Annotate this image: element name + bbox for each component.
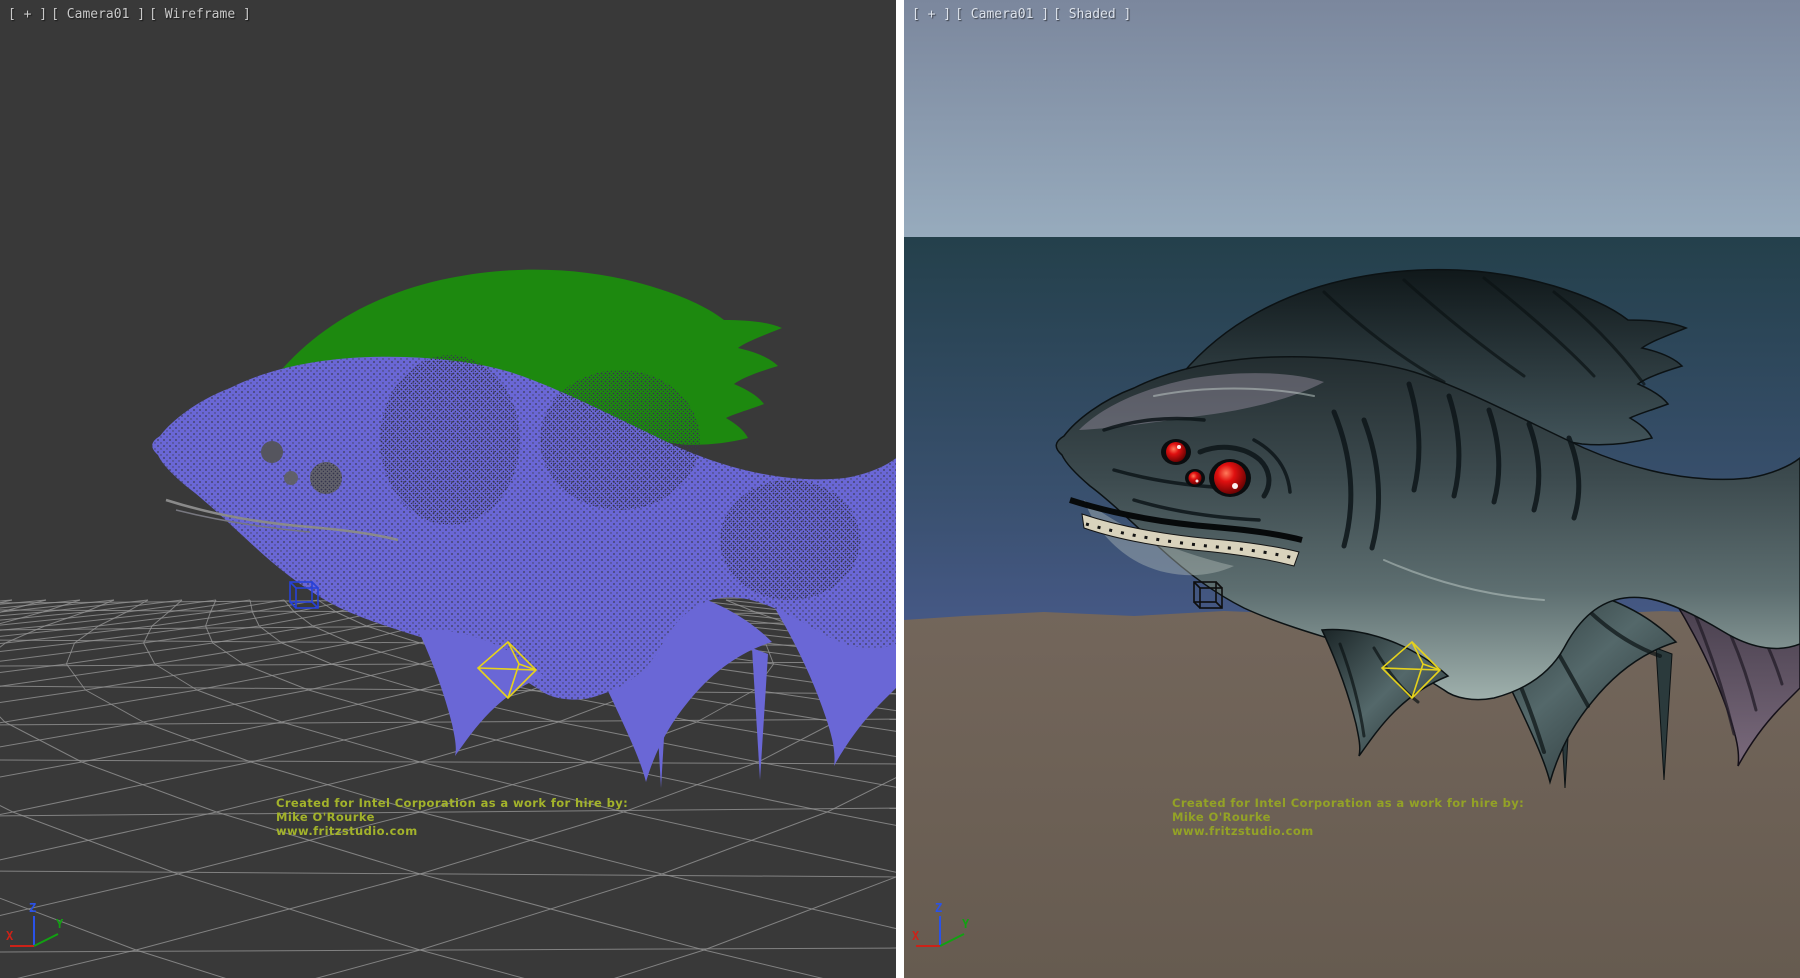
axis-z-label: Z — [935, 901, 942, 915]
eye-highlight — [1196, 480, 1199, 483]
fish-body-stipple-dense — [380, 355, 520, 525]
fish-eye-large-stipple — [310, 462, 342, 494]
viewport-menu-shading[interactable]: [ Shaded ] — [1053, 7, 1131, 22]
fish-eye-upper — [261, 441, 283, 463]
viewport-label-right: [ + ] [ Camera01 ] [ Shaded ] — [912, 7, 1135, 22]
viewport-menu-general[interactable]: [ + ] — [8, 7, 47, 22]
fish-body-stipple-dense — [540, 370, 700, 510]
viewport-menu-shading[interactable]: [ Wireframe ] — [149, 7, 251, 22]
viewport-shaded[interactable]: [ + ] [ Camera01 ] [ Shaded ] — [904, 0, 1800, 978]
scene-credit-text: Created for Intel Corporation as a work … — [1172, 796, 1524, 838]
sky-backdrop — [904, 0, 1800, 237]
viewport-menu-camera[interactable]: [ Camera01 ] — [955, 7, 1049, 22]
axis-x-label: X — [912, 929, 920, 943]
axis-y-label: Y — [962, 917, 970, 931]
fish-fin-strand[interactable] — [752, 648, 768, 780]
credit-line-3: www.fritzstudio.com — [276, 824, 628, 838]
fish-eye-upper — [1166, 442, 1186, 462]
credit-line-3: www.fritzstudio.com — [1172, 824, 1524, 838]
viewport-label-left: [ + ] [ Camera01 ] [ Wireframe ] — [8, 7, 255, 22]
viewport-menu-general[interactable]: [ + ] — [912, 7, 951, 22]
axis-x-label: X — [6, 929, 14, 943]
fish-eye-small — [1189, 472, 1202, 485]
fish-body-stipple-dense — [720, 480, 860, 600]
scene-credit-text: Created for Intel Corporation as a work … — [276, 796, 628, 838]
eye-highlight — [1177, 445, 1181, 449]
axis-y-label: Y — [56, 917, 64, 931]
viewport-menu-camera[interactable]: [ Camera01 ] — [51, 7, 145, 22]
dual-viewport-canvas: [ + ] [ Camera01 ] [ Wireframe ] — [0, 0, 1800, 978]
fish-eye-small — [284, 471, 298, 485]
viewport-divider[interactable] — [896, 0, 904, 978]
credit-line-2: Mike O'Rourke — [276, 810, 628, 824]
credit-line-1: Created for Intel Corporation as a work … — [1172, 796, 1524, 810]
credit-line-2: Mike O'Rourke — [1172, 810, 1524, 824]
credit-line-1: Created for Intel Corporation as a work … — [276, 796, 628, 810]
viewport-wireframe[interactable]: [ + ] [ Camera01 ] [ Wireframe ] — [0, 0, 896, 978]
world-axis-tripod: Z X Y — [6, 901, 64, 946]
fish-eye-large — [1214, 462, 1246, 494]
eye-highlight — [1232, 483, 1238, 489]
axis-z-label: Z — [29, 901, 36, 915]
